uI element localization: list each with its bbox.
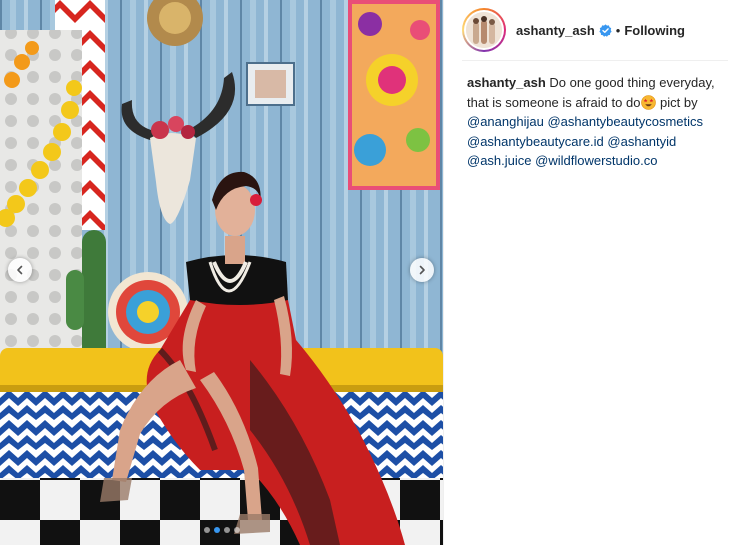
post-side-panel: ashanty_ash • Following ashanty_ash Do o… (443, 0, 745, 545)
header-separator: • (615, 22, 621, 38)
mention-link[interactable]: @ashantybeautycosmetics (547, 114, 703, 129)
post-header-text: ashanty_ash • Following (516, 23, 685, 38)
carousel-dot (223, 527, 230, 533)
following-button[interactable]: Following (624, 23, 685, 38)
carousel-dot (233, 527, 240, 533)
carousel-next-button[interactable] (410, 258, 434, 282)
carousel-dot (213, 527, 220, 533)
caption-text-credit: pict by (656, 94, 698, 110)
photo-scene-image (0, 0, 443, 545)
mention-link[interactable]: @wildflowerstudio.co (535, 153, 657, 168)
mention-link[interactable]: @ash.juice (467, 153, 532, 168)
verified-badge-icon (599, 23, 612, 37)
avatar-image (466, 12, 502, 48)
chevron-right-icon (419, 265, 425, 275)
caption-username-link[interactable]: ashanty_ash (467, 75, 546, 90)
avatar[interactable] (462, 8, 506, 52)
mention-link[interactable]: @ananghijau (467, 114, 544, 129)
carousel-dot (203, 527, 210, 533)
carousel-prev-button[interactable] (8, 258, 32, 282)
mention-link[interactable]: @ashantybeautycare.id (467, 134, 604, 149)
post-header: ashanty_ash • Following (444, 0, 745, 60)
post-photo[interactable] (0, 0, 443, 545)
star-struck-emoji-icon (641, 94, 657, 110)
post-caption: ashanty_ash Do one good thing everyday, … (467, 73, 737, 171)
username-link[interactable]: ashanty_ash (516, 23, 595, 38)
carousel-indicator (0, 527, 443, 533)
mention-link[interactable]: @ashantyid (607, 134, 676, 149)
chevron-left-icon (17, 265, 23, 275)
header-divider (462, 60, 728, 61)
